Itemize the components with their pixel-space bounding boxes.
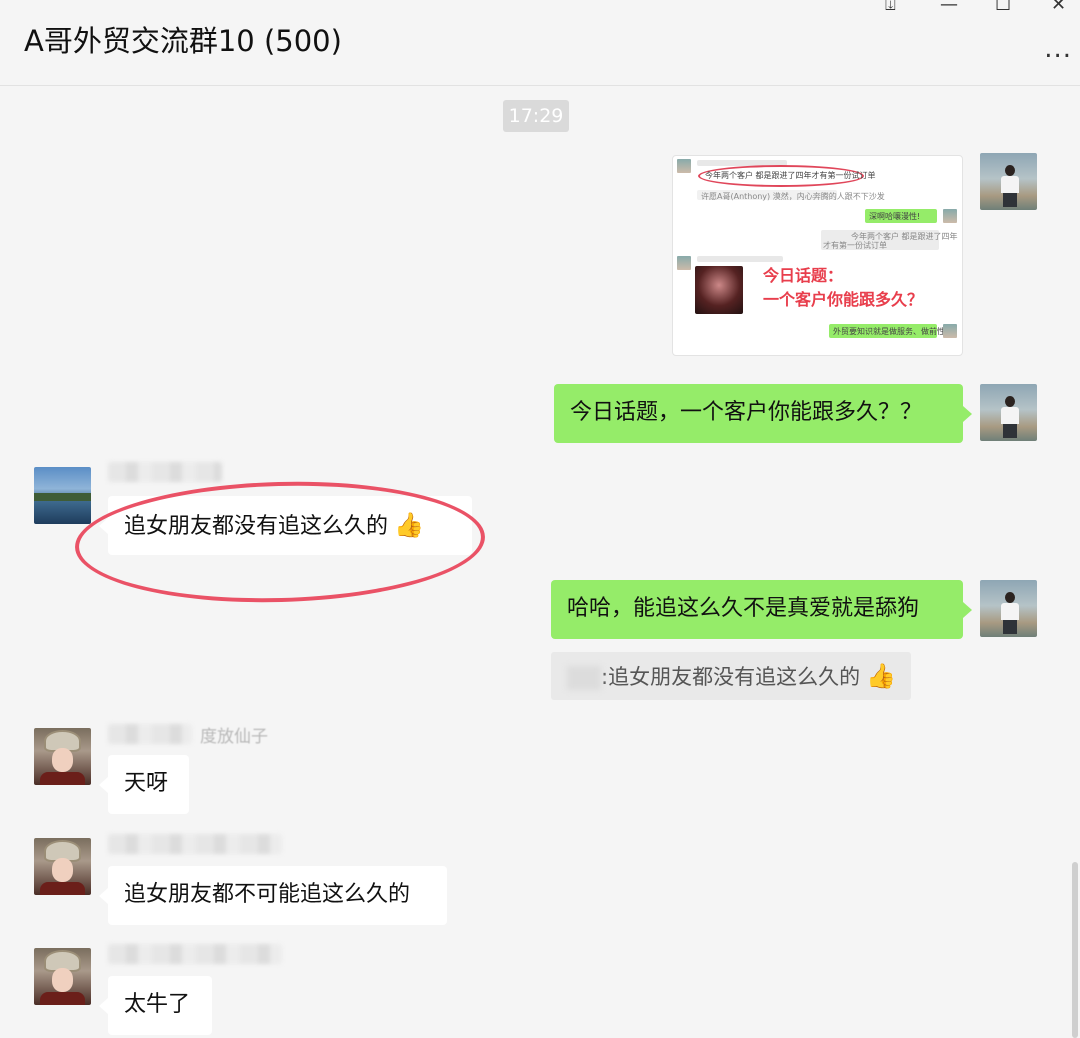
shot-line-2: 许愿A哥(Anthony) 漠然，内心奔腾的人跟不下沙发 xyxy=(701,192,885,201)
avatar[interactable] xyxy=(980,580,1037,637)
chat-title: A哥外贸交流群10 (500) xyxy=(24,24,342,58)
message-bubble[interactable]: 天呀 xyxy=(108,755,189,814)
bubble-tail xyxy=(99,888,108,904)
shot-line-3: 深啊哈嚷漫性! xyxy=(869,212,921,221)
mini-avatar xyxy=(677,256,691,270)
avatar[interactable] xyxy=(34,948,91,1005)
avatar[interactable] xyxy=(34,838,91,895)
quote-text: :追女朋友都没有追这么久的 xyxy=(601,665,861,689)
blurred-nickname xyxy=(108,724,192,744)
shot-topic-line-2: 一个客户你能跟多久？ xyxy=(763,290,924,309)
avatar[interactable] xyxy=(980,153,1037,210)
image-message[interactable]: 今年两个客户 都是跟进了四年才有第一份试订单 许愿A哥(Anthony) 漠然，… xyxy=(672,155,963,356)
blurred-quote-sender xyxy=(567,666,601,690)
title-bar: A哥外贸交流群10 (500) ⍗ — ☐ ✕ ... xyxy=(0,0,1080,86)
message-bubble[interactable]: 太牛了 xyxy=(108,976,212,1035)
shot-topic-line-1: 今日话题： xyxy=(763,266,844,285)
mini-avatar xyxy=(943,324,957,338)
message-bubble[interactable]: 今日话题，一个客户你能跟多久？？ xyxy=(554,384,963,443)
bubble-tail xyxy=(99,998,108,1014)
avatar[interactable] xyxy=(980,384,1037,441)
bubble-tail xyxy=(963,406,972,422)
maximize-button[interactable]: ☐ xyxy=(995,0,1011,15)
mini-avatar xyxy=(677,159,691,173)
shot-line-5: 才有第一份试订单 xyxy=(823,241,887,250)
quoted-message[interactable]: :追女朋友都没有追这么久的 👍 xyxy=(551,652,911,700)
blurred-nickname xyxy=(108,834,282,854)
message-bubble[interactable]: 追女朋友都不可能追这么久的 xyxy=(108,866,447,925)
blurred-nickname xyxy=(108,944,282,964)
shot-line-1: 今年两个客户 都是跟进了四年才有第一份试订单 xyxy=(705,171,876,180)
thumbs-up-emoji: 👍 xyxy=(866,662,896,690)
shot-line-6: 外贸要知识就是做服务、做前性 xyxy=(833,327,945,336)
bubble-tail xyxy=(99,777,108,793)
close-button[interactable]: ✕ xyxy=(1051,0,1066,15)
mini-avatar xyxy=(943,209,957,223)
avatar[interactable] xyxy=(34,467,91,524)
avatar[interactable] xyxy=(34,728,91,785)
minimize-button[interactable]: — xyxy=(940,0,958,15)
ellipsis-icon[interactable]: ... xyxy=(1044,34,1072,64)
scrollbar[interactable] xyxy=(1072,862,1078,1038)
timestamp: 17:29 xyxy=(503,100,569,132)
sender-nickname: 度放仙子 xyxy=(200,727,268,747)
bubble-tail xyxy=(963,602,972,618)
shot-thumbnail xyxy=(695,266,743,314)
pin-icon[interactable]: ⍗ xyxy=(885,0,896,15)
blurred-nickname xyxy=(108,462,222,482)
message-bubble[interactable]: 哈哈，能追这么久不是真爱就是舔狗 xyxy=(551,580,963,639)
